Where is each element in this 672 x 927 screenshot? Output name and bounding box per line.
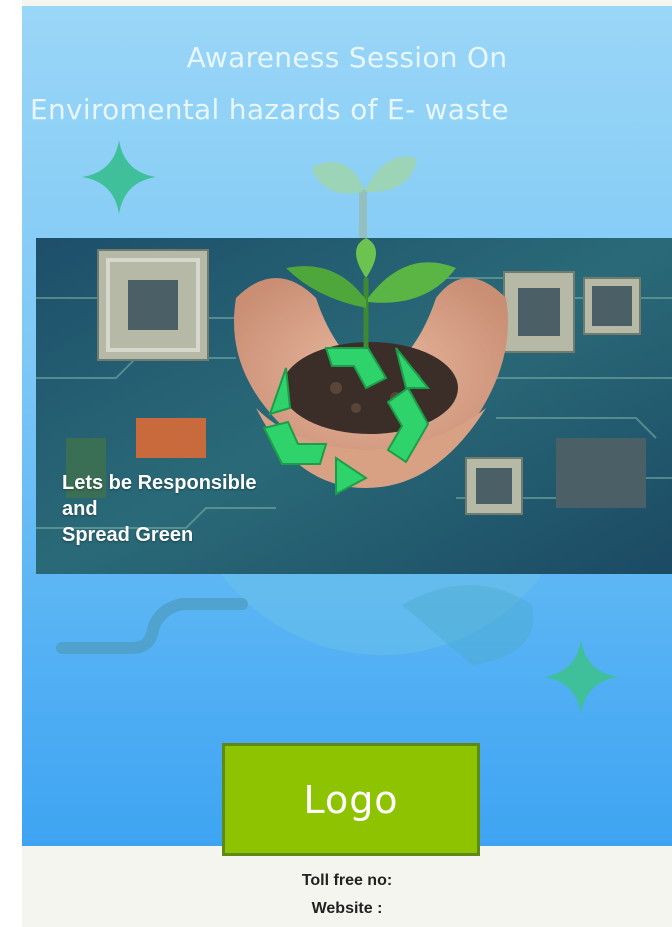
sparkle-icon bbox=[544, 640, 618, 714]
tagline-line-2: and bbox=[62, 498, 98, 520]
title-line-2: Enviromental hazards of E- waste bbox=[30, 93, 509, 126]
tagline-line-1: Lets be Responsible bbox=[62, 472, 257, 494]
squiggle-decoration bbox=[56, 598, 248, 654]
logo-placeholder: Logo bbox=[222, 743, 480, 856]
tagline-line-3: Spread Green bbox=[62, 524, 194, 546]
tagline: Lets be Responsible and Spread Green bbox=[62, 470, 257, 548]
website-label: Website : bbox=[311, 900, 383, 917]
plant-icon bbox=[311, 156, 417, 238]
poster: Awareness Session On Enviromental hazard… bbox=[22, 0, 672, 927]
sparkle-icon bbox=[82, 140, 156, 214]
toll-free-label: Toll free no: bbox=[301, 872, 393, 889]
title-line-1: Awareness Session On bbox=[186, 41, 508, 74]
logo-label: Logo bbox=[303, 777, 399, 822]
